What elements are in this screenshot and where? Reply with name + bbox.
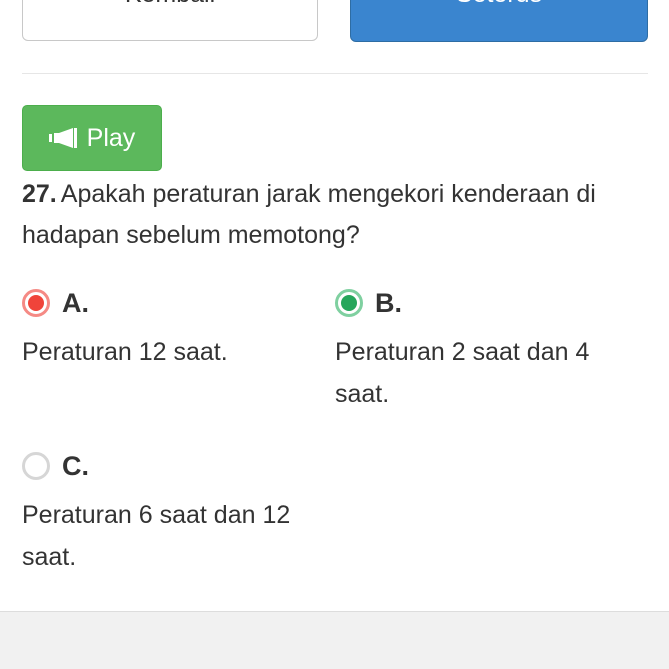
option-a[interactable]: A. Peraturan 12 saat. <box>22 285 322 373</box>
option-b[interactable]: B. Peraturan 2 saat dan 4 saat. <box>335 285 635 415</box>
option-text: Peraturan 12 saat. <box>22 338 228 366</box>
option-letter: A. <box>62 287 89 318</box>
question-text: Apakah peraturan jarak mengekori kendera… <box>22 180 596 249</box>
back-button-label: Kembali <box>23 0 317 9</box>
question: 27. Apakah peraturan jarak mengekori kend… <box>22 174 652 256</box>
divider <box>22 73 648 74</box>
option-text: Peraturan 6 saat dan 12 saat. <box>22 501 291 571</box>
next-button-label: Seterus <box>351 0 647 9</box>
back-button[interactable]: Kembali <box>22 0 318 41</box>
radio-c-empty-icon[interactable] <box>22 452 50 480</box>
question-number: 27. <box>22 180 57 208</box>
footer-bar <box>0 611 669 669</box>
play-audio-button[interactable]: Play <box>22 105 162 171</box>
option-letter: B. <box>375 287 402 318</box>
option-text: Peraturan 2 saat dan 4 saat. <box>335 338 590 408</box>
radio-b-correct-icon[interactable] <box>335 289 363 317</box>
radio-a-wrong-icon[interactable] <box>22 289 50 317</box>
play-button-label: Play <box>86 123 136 152</box>
option-c[interactable]: C. Peraturan 6 saat dan 12 saat. <box>22 448 322 578</box>
bullhorn-icon <box>48 127 79 149</box>
next-button[interactable]: Seterus <box>350 0 648 42</box>
option-letter: C. <box>62 450 89 481</box>
quiz-page: Kembali Seterus Play 27.Apakah peraturan… <box>0 0 669 669</box>
